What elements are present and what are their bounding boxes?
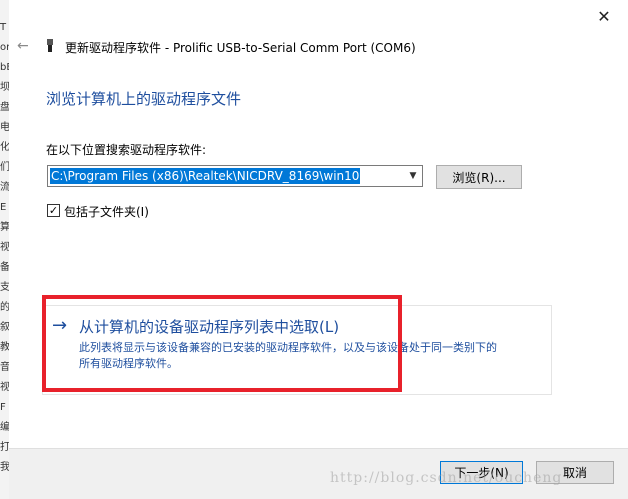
driver-path-value[interactable]: C:\Program Files (x86)\Realtek\NICDRV_81… xyxy=(50,168,361,184)
include-subfolders-label[interactable]: 包括子文件夹(I) xyxy=(64,203,149,220)
include-subfolders-checkbox[interactable]: ✓ xyxy=(47,204,60,217)
usb-device-icon xyxy=(47,39,53,52)
annotation-highlight-box xyxy=(42,295,402,392)
watermark-text: http://blog.csdn.net/oucheng xyxy=(330,470,563,486)
back-arrow-icon[interactable]: ← xyxy=(17,38,33,54)
chevron-down-icon[interactable]: ▼ xyxy=(406,168,420,184)
page-heading: 浏览计算机上的驱动程序文件 xyxy=(46,90,242,108)
update-driver-dialog: ✕ ← 更新驱动程序软件 - Prolific USB-to-Serial Co… xyxy=(9,0,628,499)
background-window-char: E xyxy=(0,202,7,213)
background-window-char: T xyxy=(0,22,7,33)
background-window-char: F xyxy=(0,402,6,413)
dialog-title: 更新驱动程序软件 - Prolific USB-to-Serial Comm P… xyxy=(65,41,416,55)
search-location-label: 在以下位置搜索驱动程序软件: xyxy=(46,143,207,157)
close-icon[interactable]: ✕ xyxy=(594,6,614,26)
browse-button[interactable]: 浏览(R)... xyxy=(436,165,522,189)
driver-path-combobox[interactable]: C:\Program Files (x86)\Realtek\NICDRV_81… xyxy=(47,165,423,187)
